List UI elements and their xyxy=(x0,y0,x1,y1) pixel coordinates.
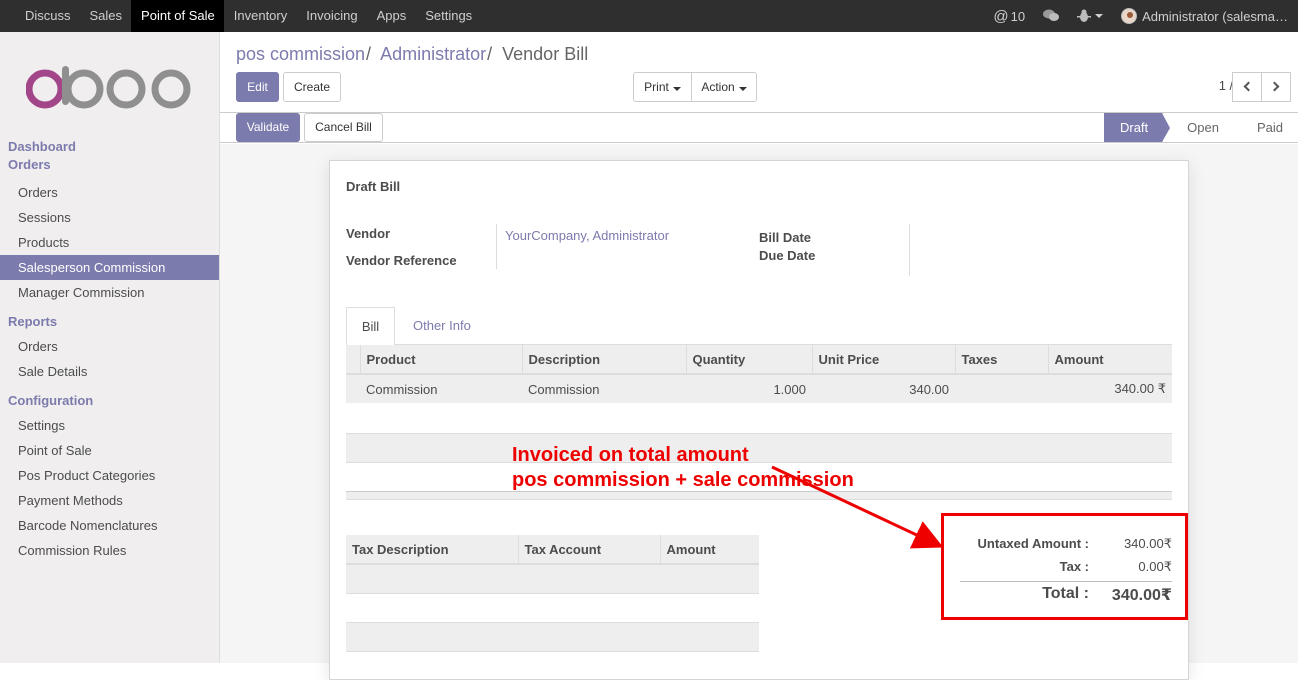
print-dropdown[interactable]: Print xyxy=(633,72,692,102)
mentions-button[interactable]: @ 10 xyxy=(993,8,1025,25)
breadcrumb-separator: / xyxy=(487,44,493,64)
bug-icon xyxy=(1077,9,1092,22)
sidebar-item-settings[interactable]: Settings xyxy=(0,413,219,438)
chevron-right-icon xyxy=(1269,81,1280,92)
status-open[interactable]: Open xyxy=(1162,113,1241,142)
systray: @ 10 Administrator (salesma… xyxy=(975,0,1288,32)
breadcrumb: pos commission/ Administrator/ Vendor Bi… xyxy=(236,44,588,65)
sidebar-nav: Dashboard Orders Orders Sessions Product… xyxy=(0,138,219,563)
status-draft-label: Draft xyxy=(1119,120,1149,135)
mentions-count: 10 xyxy=(1010,8,1026,24)
status-arrow xyxy=(1162,113,1171,142)
sidebar-section-reports[interactable]: Reports xyxy=(0,313,219,331)
top-navbar: Discuss Sales Point of Sale Inventory In… xyxy=(0,0,1298,32)
breadcrumb-item-administrator[interactable]: Administrator xyxy=(380,44,486,64)
status-bar: Validate Cancel Bill Draft Open Paid xyxy=(220,113,1298,143)
chevron-down-icon xyxy=(1095,14,1104,18)
form-view: Draft Bill Vendor Vendor Reference YourC… xyxy=(220,144,1298,680)
print-label: Print xyxy=(644,80,669,94)
sidebar-section-configuration[interactable]: Configuration xyxy=(0,392,219,410)
status-paid-label: Paid xyxy=(1256,120,1283,135)
sidebar-item-report-orders[interactable]: Orders xyxy=(0,334,219,359)
menu-sales[interactable]: Sales xyxy=(80,0,132,32)
sidebar-item-sessions[interactable]: Sessions xyxy=(0,205,219,230)
chat-icon xyxy=(1043,9,1060,21)
pager-next-button[interactable] xyxy=(1261,72,1291,102)
menu-settings[interactable]: Settings xyxy=(415,0,481,32)
app-menu: Discuss Sales Point of Sale Inventory In… xyxy=(15,0,481,32)
status-pipeline: Draft Open Paid xyxy=(1103,113,1298,142)
menu-point-of-sale[interactable]: Point of Sale xyxy=(131,0,224,32)
chevron-down-icon xyxy=(738,87,747,91)
sidebar-item-pos-product-categories[interactable]: Pos Product Categories xyxy=(0,463,219,488)
user-menu[interactable]: Administrator (salesma… xyxy=(1121,8,1288,24)
pager-previous-button[interactable] xyxy=(1232,72,1262,102)
chevron-left-icon xyxy=(1243,81,1254,92)
status-paid[interactable]: Paid xyxy=(1232,113,1298,142)
sidebar-item-barcode-nomenclatures[interactable]: Barcode Nomenclatures xyxy=(0,513,219,538)
debug-menu-button[interactable] xyxy=(1077,9,1104,23)
sidebar-item-point-of-sale[interactable]: Point of Sale xyxy=(0,438,219,463)
create-button[interactable]: Create xyxy=(283,72,341,102)
avatar xyxy=(1121,8,1138,24)
menu-invoicing[interactable]: Invoicing xyxy=(296,0,366,32)
sidebar-item-products[interactable]: Products xyxy=(0,230,219,255)
status-open-label: Open xyxy=(1187,120,1219,135)
sidebar-section-dashboard[interactable]: Dashboard xyxy=(0,138,219,156)
menu-discuss[interactable]: Discuss xyxy=(15,0,80,32)
sidebar-item-salesperson-commission[interactable]: Salesperson Commission xyxy=(0,255,219,280)
validate-button[interactable]: Validate xyxy=(236,113,300,142)
at-icon: @ xyxy=(993,7,1009,25)
odoo-logo xyxy=(26,66,191,109)
status-arrow xyxy=(1232,113,1241,142)
user-name: Administrator (salesma… xyxy=(1142,8,1288,24)
sidebar-item-orders[interactable]: Orders xyxy=(0,180,219,205)
messages-button[interactable] xyxy=(1043,9,1060,23)
cancel-bill-button[interactable]: Cancel Bill xyxy=(304,113,383,142)
breadcrumb-separator: / xyxy=(366,44,372,64)
chevron-down-icon xyxy=(672,87,681,91)
sidebar-section-orders[interactable]: Orders xyxy=(0,156,219,174)
action-label: Action xyxy=(701,80,735,94)
sidebar-item-payment-methods[interactable]: Payment Methods xyxy=(0,488,219,513)
edit-button[interactable]: Edit xyxy=(236,72,279,102)
sidebar-item-sale-details[interactable]: Sale Details xyxy=(0,359,219,384)
sidebar-item-manager-commission[interactable]: Manager Commission xyxy=(0,280,219,305)
menu-inventory[interactable]: Inventory xyxy=(224,0,296,32)
annotation-arrow-icon xyxy=(771,465,944,549)
status-draft[interactable]: Draft xyxy=(1103,113,1171,142)
breadcrumb-current: Vendor Bill xyxy=(502,44,589,64)
sidebar: Dashboard Orders Orders Sessions Product… xyxy=(0,32,220,663)
control-panel: pos commission/ Administrator/ Vendor Bi… xyxy=(220,32,1298,113)
action-dropdown[interactable]: Action xyxy=(691,72,757,102)
breadcrumb-item-pos-commission[interactable]: pos commission xyxy=(236,44,365,64)
menu-apps[interactable]: Apps xyxy=(367,0,416,32)
sidebar-item-commission-rules[interactable]: Commission Rules xyxy=(0,538,219,563)
